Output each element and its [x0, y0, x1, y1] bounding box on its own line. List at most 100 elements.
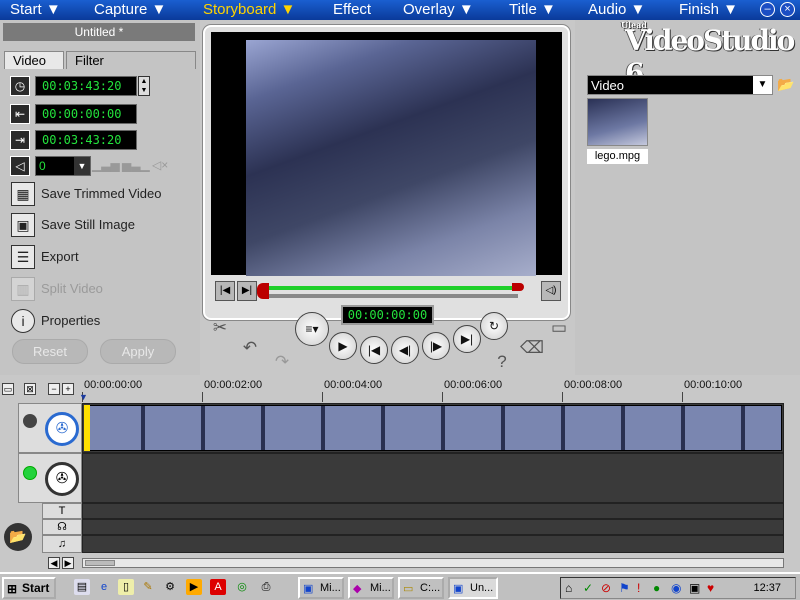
folder-icon[interactable]: 📂	[4, 523, 32, 551]
duration-spinner[interactable]: ▲ ▼	[138, 76, 150, 96]
playhead[interactable]	[84, 405, 90, 451]
overlay-track[interactable]	[82, 453, 784, 503]
taskbar-item[interactable]: ▣ Mi...	[298, 577, 344, 599]
minimize-button[interactable]: –	[760, 2, 775, 17]
reset-button[interactable]: Reset	[12, 339, 88, 364]
time-ruler[interactable]: 00:00:00:00 00:00:02:00 00:00:04:00 00:0…	[79, 379, 782, 403]
desktop-icon[interactable]: ▤	[74, 579, 90, 595]
open-folder-icon[interactable]: 📂	[777, 76, 797, 94]
zoom-out-icon[interactable]: −	[48, 383, 60, 395]
mute-icon[interactable]: ◁×	[152, 158, 176, 174]
tray-icon[interactable]: ▣	[689, 581, 700, 595]
printer-icon[interactable]: ⎙	[258, 579, 274, 595]
step-effect[interactable]: Effect	[333, 0, 371, 20]
chevron-down-icon[interactable]: ▼	[753, 76, 772, 94]
clock[interactable]: 12:37	[753, 582, 781, 594]
music-track[interactable]	[82, 535, 784, 553]
tray-icon[interactable]: ●	[653, 581, 660, 595]
next-frame-icon[interactable]: ▶|	[453, 325, 481, 353]
track-toggle[interactable]	[23, 414, 37, 428]
video-clip[interactable]	[84, 405, 782, 451]
app-icon[interactable]: ⚙	[162, 579, 178, 595]
library-panel: Ulead VideoStudio 6 Video ▼ 📂 lego.mpg	[575, 20, 800, 375]
tray-icon[interactable]: ◉	[671, 581, 681, 595]
step-storyboard[interactable]: Storyboard ▼	[203, 0, 295, 20]
tray-icon[interactable]: ♥	[707, 581, 714, 595]
library-category-select[interactable]: Video	[587, 75, 773, 95]
taskbar-item-active[interactable]: ▣ Un...	[448, 577, 498, 599]
taskbar-item[interactable]: ▭ C:...	[398, 577, 444, 599]
scrollbar-thumb[interactable]	[85, 560, 115, 566]
trim-out-handle[interactable]	[512, 283, 524, 291]
cd-icon[interactable]: ◎	[234, 579, 250, 595]
step-forward-icon[interactable]: |▶	[422, 332, 450, 360]
repeat-icon[interactable]: ↻	[480, 312, 508, 340]
duration-timecode[interactable]: 00:03:43:20	[35, 76, 137, 96]
tray-icon[interactable]: ✓	[583, 581, 593, 595]
start-button[interactable]: ⊞ Start	[2, 577, 56, 599]
close-button[interactable]: ×	[780, 2, 795, 17]
tray-icon[interactable]: ⊘	[601, 581, 611, 595]
play-mode-button[interactable]: ≡▾	[295, 312, 329, 346]
volume-icon[interactable]: ◁)	[541, 281, 561, 301]
step-back-icon[interactable]: ◀|	[391, 336, 419, 364]
speaker-icon[interactable]: ◁	[10, 156, 30, 176]
trash-icon[interactable]: ⌫	[520, 336, 544, 360]
save-icon[interactable]: ▭	[547, 316, 571, 340]
tray-icon[interactable]: ⌂	[565, 581, 572, 595]
mark-in-timecode[interactable]: 00:00:00:00	[35, 104, 137, 124]
step-title[interactable]: Title ▼	[509, 0, 556, 20]
library-clip-thumbnail[interactable]	[587, 98, 648, 146]
undo-icon[interactable]: ↶	[238, 336, 262, 360]
tray-icon[interactable]: ⚑	[619, 581, 630, 595]
step-start[interactable]: Start ▼	[10, 0, 61, 20]
mark-out-timecode[interactable]: 00:03:43:20	[35, 130, 137, 150]
title-track[interactable]	[82, 503, 784, 519]
step-overlay[interactable]: Overlay ▼	[403, 0, 474, 20]
zoom-in-icon[interactable]: +	[62, 383, 74, 395]
trim-slider[interactable]	[257, 283, 525, 299]
go-to-start-icon[interactable]: |◀	[215, 281, 235, 301]
timeline-view-icon[interactable]: ⊠	[24, 383, 36, 395]
redo-icon[interactable]: ↷	[270, 350, 294, 374]
pdf-icon[interactable]: A	[210, 579, 226, 595]
media-icon[interactable]: ▶	[186, 579, 202, 595]
info-icon: i	[11, 309, 35, 333]
taskbar-item[interactable]: ◆ Mi...	[348, 577, 394, 599]
split-icon: ▥	[11, 277, 35, 301]
help-icon[interactable]: ?	[490, 350, 514, 374]
trim-bar: |◀ ▶| ◁)	[215, 279, 561, 305]
tool-icon[interactable]: ✎	[140, 579, 156, 595]
ie-icon[interactable]: e	[96, 579, 112, 595]
progress-track	[263, 294, 518, 298]
mark-in-icon[interactable]: ⇤	[10, 104, 30, 124]
trim-in-handle[interactable]	[257, 283, 269, 299]
playhead-marker[interactable]: ▼	[79, 392, 88, 402]
storyboard-view-icon[interactable]: ▭	[2, 383, 14, 395]
explorer-icon[interactable]: ▯	[118, 579, 134, 595]
tab-video[interactable]: Video	[4, 51, 64, 69]
play-icon[interactable]: ▶	[329, 332, 357, 360]
go-to-end-icon[interactable]: ▶|	[237, 281, 257, 301]
tray-icon[interactable]: !	[637, 581, 640, 595]
mark-out-icon[interactable]: ⇥	[10, 130, 30, 150]
playback-timecode[interactable]: 00:00:00:00	[341, 305, 434, 325]
voice-track[interactable]	[82, 519, 784, 535]
scroll-left-icon[interactable]: ◀	[48, 557, 60, 569]
step-finish[interactable]: Finish ▼	[679, 0, 738, 20]
timeline-scrollbar[interactable]	[82, 558, 784, 568]
fade-in-icon[interactable]: ▁▃▅	[92, 158, 120, 174]
window-icon: ▣	[303, 583, 314, 595]
scroll-right-icon[interactable]: ▶	[62, 557, 74, 569]
apply-button[interactable]: Apply	[100, 339, 176, 364]
previous-frame-icon[interactable]: |◀	[360, 336, 388, 364]
volume-select[interactable]: 0 ▼	[35, 156, 91, 176]
step-capture[interactable]: Capture ▼	[94, 0, 166, 20]
tab-filter[interactable]: Filter	[66, 51, 196, 69]
tools-icon[interactable]: ✂	[208, 316, 232, 340]
track-toggle-on[interactable]	[23, 466, 37, 480]
system-tray: ⌂ ✓ ⊘ ⚑ ! ● ◉ ▣ ♥ 12:37	[560, 577, 796, 599]
fade-out-icon[interactable]: ▅▃▁	[122, 158, 150, 174]
still-image-icon: ▣	[11, 213, 35, 237]
step-audio[interactable]: Audio ▼	[588, 0, 645, 20]
